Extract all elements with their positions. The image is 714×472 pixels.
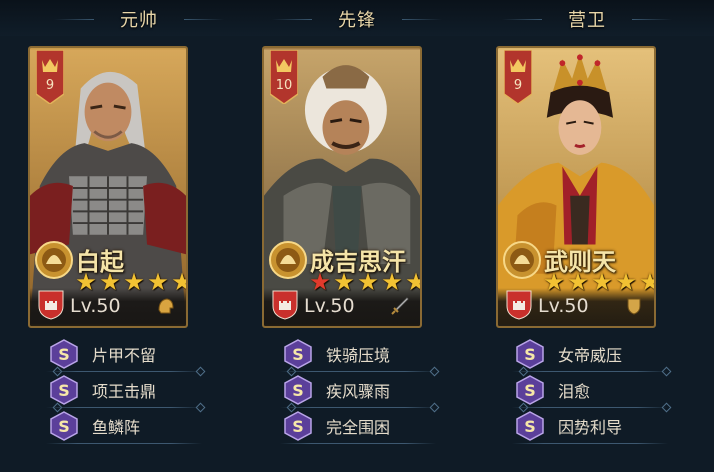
svg-text:S: S [524, 345, 536, 364]
skill-grade-s-icon: S [50, 375, 78, 405]
card-footer: Lv.50 [264, 288, 420, 326]
skill-list: S 片甲不留 S 项王击鼎 S 鱼鳞阵 [32, 336, 208, 444]
skill-row[interactable]: S 完全围困 [266, 408, 442, 444]
slot-header-marshal: 元帅 [54, 4, 224, 34]
rank-number: 9 [45, 78, 55, 93]
skill-grade-s-icon: S [284, 339, 312, 369]
skill-grade-s-icon: S [50, 339, 78, 369]
skill-name: 完全围困 [326, 418, 391, 437]
skill-name: 片甲不留 [92, 346, 157, 365]
svg-text:S: S [524, 381, 536, 400]
faction-emblem-icon [269, 241, 307, 279]
svg-text:S: S [292, 417, 304, 436]
skill-name: 鱼鳞阵 [92, 418, 141, 437]
hero-level: Lv.50 [304, 295, 355, 317]
svg-text:S: S [58, 345, 70, 364]
slot-header-guard: 营卫 [502, 4, 672, 34]
skill-row[interactable]: S 铁骑压境 [266, 336, 442, 377]
skill-grade-s-icon: S [284, 375, 312, 405]
rank-number: 9 [513, 78, 523, 93]
skill-grade-s-icon: S [284, 411, 312, 441]
rank-number: 10 [275, 78, 293, 93]
slot-header-label: 元帅 [120, 10, 158, 31]
rank-badge: 9 [36, 50, 64, 104]
card-footer: Lv.50 [498, 288, 654, 326]
skill-list: S 铁骑压境 S 疾风骤雨 S 完全围困 [266, 336, 442, 444]
skill-grade-s-icon: S [516, 411, 544, 441]
skill-row[interactable]: S 因势利导 [498, 408, 674, 444]
skill-name: 疾风骤雨 [326, 382, 391, 401]
rank-badge: 10 [270, 50, 298, 104]
skill-grade-s-icon: S [50, 411, 78, 441]
hero-level: Lv.50 [70, 295, 121, 317]
castle-shield-icon [272, 290, 298, 320]
skill-name: 因势利导 [558, 418, 623, 437]
sword-icon [391, 297, 409, 315]
skill-name: 铁骑压境 [326, 346, 391, 365]
skill-row[interactable]: S 泪愈 [498, 372, 674, 413]
rank-badge: 9 [504, 50, 532, 104]
svg-text:S: S [292, 345, 304, 364]
castle-shield-icon [38, 290, 64, 320]
skill-name: 女帝威压 [558, 346, 623, 365]
skill-row[interactable]: S 片甲不留 [32, 336, 208, 377]
slot-header-vanguard: 先锋 [272, 4, 442, 34]
skill-row[interactable]: S 疾风骤雨 [266, 372, 442, 413]
hero-card-wu-zetian[interactable]: 9 武则天 ★ ★ ★ ★ ★ Lv.50 [496, 46, 656, 328]
skill-name: 项王击鼎 [92, 382, 157, 401]
faction-emblem-icon [503, 241, 541, 279]
slot-header-label: 先锋 [338, 10, 376, 31]
slot-header-label: 营卫 [568, 10, 606, 31]
card-footer: Lv.50 [30, 288, 186, 326]
faction-emblem-icon [35, 241, 73, 279]
hero-card-bai-qi[interactable]: 9 白起 ★ ★ ★ ★ ★ Lv.50 [28, 46, 188, 328]
castle-shield-icon [506, 290, 532, 320]
skill-row[interactable]: S 项王击鼎 [32, 372, 208, 413]
skill-grade-s-icon: S [516, 339, 544, 369]
svg-text:S: S [58, 417, 70, 436]
skill-list: S 女帝威压 S 泪愈 S 因势利导 [498, 336, 674, 444]
skill-name: 泪愈 [558, 382, 591, 401]
skill-row[interactable]: S 鱼鳞阵 [32, 408, 208, 444]
svg-text:S: S [292, 381, 304, 400]
hero-level: Lv.50 [538, 295, 589, 317]
svg-text:S: S [524, 417, 536, 436]
svg-text:S: S [58, 381, 70, 400]
shield-icon [627, 298, 641, 315]
skill-row[interactable]: S 女帝威压 [498, 336, 674, 377]
hero-card-genghis-khan[interactable]: 10 成吉思汗 ★ ★ ★ ★ ★ Lv.50 [262, 46, 422, 328]
helmet-icon [158, 298, 174, 314]
skill-grade-s-icon: S [516, 375, 544, 405]
